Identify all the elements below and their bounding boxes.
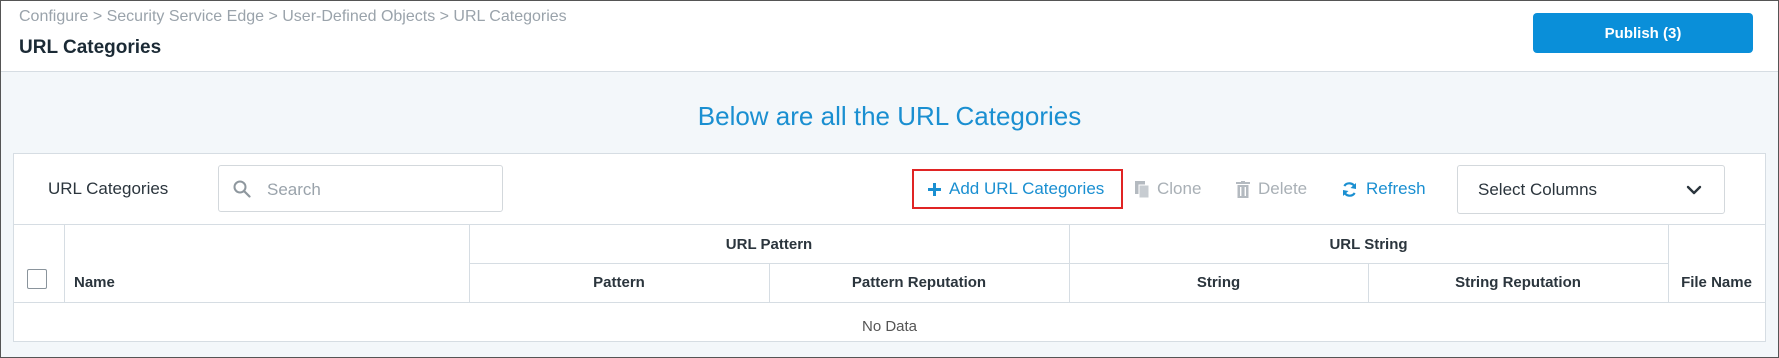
column-header-string[interactable]: String [1069, 263, 1368, 302]
plus-icon [928, 182, 941, 196]
header-divider [14, 302, 1765, 303]
column-header-string-reputation[interactable]: String Reputation [1368, 263, 1668, 302]
trash-icon [1236, 180, 1250, 198]
toolbar-title: URL Categories [48, 179, 169, 198]
copy-icon [1135, 180, 1149, 198]
url-categories-panel: URL Categories Add URL Categories [13, 153, 1766, 342]
url-categories-table: Name URL Pattern URL String Pattern Patt… [14, 225, 1765, 341]
column-header-pattern[interactable]: Pattern [469, 263, 769, 302]
search-icon [233, 180, 251, 198]
refresh-button[interactable]: Refresh [1341, 172, 1426, 206]
empty-table-message: No Data [861, 317, 918, 335]
table-toolbar: URL Categories Add URL Categories [14, 154, 1765, 225]
refresh-label: Refresh [1366, 179, 1426, 198]
publish-button[interactable]: Publish (3) [1533, 13, 1753, 53]
clone-label: Clone [1157, 179, 1202, 198]
breadcrumb[interactable]: Configure > Security Service Edge > User… [19, 8, 567, 26]
chevron-down-icon [1686, 185, 1702, 195]
column-divider [64, 225, 65, 302]
select-all-checkbox[interactable] [27, 269, 47, 289]
search-box[interactable] [218, 165, 503, 212]
select-columns-label: Select Columns [1478, 180, 1598, 199]
add-url-categories-label: Add URL Categories [949, 179, 1105, 198]
group-header-url-string: URL String [1329, 235, 1408, 253]
clone-button[interactable]: Clone [1135, 172, 1201, 206]
delete-label: Delete [1258, 179, 1308, 198]
page-title: URL Categories [19, 37, 162, 58]
add-url-categories-button[interactable]: Add URL Categories [912, 169, 1124, 209]
page-header: Configure > Security Service Edge > User… [1, 1, 1778, 72]
refresh-icon [1342, 181, 1357, 197]
select-columns-dropdown[interactable]: Select Columns [1457, 165, 1725, 214]
delete-button[interactable]: Delete [1236, 172, 1307, 206]
column-header-file-name[interactable]: File Name [1668, 263, 1765, 302]
column-header-pattern-reputation[interactable]: Pattern Reputation [769, 263, 1069, 302]
search-input[interactable] [265, 178, 489, 202]
banner-heading: Below are all the URL Categories [697, 101, 1082, 131]
page-frame: Configure > Security Service Edge > User… [0, 0, 1779, 358]
group-header-url-pattern: URL Pattern [725, 235, 813, 253]
column-header-name[interactable]: Name [74, 263, 469, 302]
